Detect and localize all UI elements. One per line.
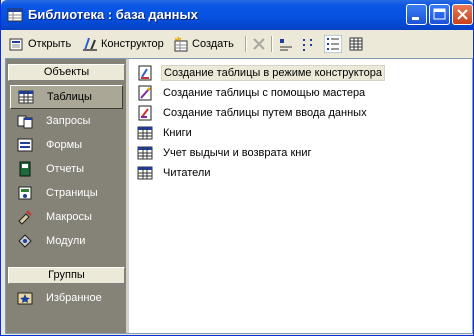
close-button[interactable] bbox=[452, 4, 473, 25]
list-item[interactable]: Учет выдычи и возврата книг bbox=[137, 144, 314, 162]
database-icon bbox=[7, 8, 23, 22]
design-button[interactable]: Конструктор bbox=[82, 34, 164, 54]
new-label: Создать bbox=[192, 38, 234, 50]
design-label: Конструктор bbox=[101, 38, 164, 50]
minimize-icon bbox=[412, 17, 419, 20]
sidebar-item-modules[interactable]: Модули bbox=[10, 229, 123, 253]
delete-button[interactable] bbox=[251, 34, 267, 54]
large-icons-button[interactable] bbox=[278, 34, 294, 54]
new-button[interactable]: Создать bbox=[173, 34, 234, 54]
table-icon bbox=[137, 146, 153, 160]
minimize-button[interactable] bbox=[406, 4, 427, 25]
list-item-label: Читатели bbox=[163, 167, 211, 179]
close-icon bbox=[457, 9, 468, 20]
sidebar-item-label: Избранное bbox=[46, 292, 102, 304]
list-item-label: Книги bbox=[163, 127, 192, 139]
sidebar-item-label: Страницы bbox=[46, 187, 98, 199]
toolbar: Открыть Конструктор Создать bbox=[5, 32, 471, 56]
objects-bar: Объекты Таблицы Запросы Формы Отчеты Стр… bbox=[6, 59, 129, 333]
datasheet-icon bbox=[138, 105, 152, 121]
sidebar-item-label: Модули bbox=[46, 235, 86, 247]
sidebar-item-label: Запросы bbox=[46, 115, 91, 127]
list-item-label: Создание таблицы с помощью мастера bbox=[163, 87, 366, 99]
query-icon bbox=[17, 115, 33, 129]
sidebar-item-reports[interactable]: Отчеты bbox=[10, 157, 123, 181]
maximize-button[interactable] bbox=[429, 4, 450, 25]
title-bar[interactable]: Библиотека : база данных bbox=[1, 0, 473, 30]
toolbar-separator bbox=[271, 36, 273, 52]
sidebar-item-queries[interactable]: Запросы bbox=[10, 109, 123, 133]
form-icon bbox=[17, 138, 33, 152]
maximize-icon bbox=[433, 8, 446, 20]
wizard-icon bbox=[138, 85, 152, 101]
sidebar-item-forms[interactable]: Формы bbox=[10, 133, 123, 157]
large-icons-icon bbox=[280, 39, 292, 51]
small-icons-icon bbox=[303, 39, 312, 51]
list-item[interactable]: Создание таблицы в режиме конструктора bbox=[137, 64, 385, 82]
sidebar-item-label: Формы bbox=[46, 139, 83, 151]
small-icons-button[interactable] bbox=[301, 34, 317, 54]
open-button[interactable]: Открыть bbox=[9, 34, 71, 54]
list-item-label: Создание таблицы в режиме конструктора bbox=[161, 65, 385, 81]
delete-icon bbox=[253, 38, 265, 50]
list-item-label: Учет выдычи и возврата книг bbox=[163, 147, 312, 159]
table-icon bbox=[18, 90, 34, 104]
database-window: Библиотека : база данных Открыть Констру… bbox=[0, 0, 474, 336]
open-label: Открыть bbox=[28, 38, 72, 50]
database-content: Объекты Таблицы Запросы Формы Отчеты Стр… bbox=[5, 58, 473, 334]
list-item[interactable]: Создание таблицы с помощью мастера bbox=[137, 84, 367, 102]
favorites-icon bbox=[17, 292, 33, 305]
sidebar-item-macros[interactable]: Макросы bbox=[10, 205, 123, 229]
sidebar-item-pages[interactable]: Страницы bbox=[10, 181, 123, 205]
sidebar-item-label: Таблицы bbox=[47, 91, 92, 103]
macro-icon bbox=[18, 210, 32, 225]
list-item-label: Создание таблицы путем ввода данных bbox=[163, 107, 367, 119]
list-item[interactable]: Создание таблицы путем ввода данных bbox=[137, 104, 369, 122]
sidebar-item-label: Макросы bbox=[46, 211, 92, 223]
page-icon bbox=[18, 186, 32, 200]
open-icon bbox=[9, 38, 23, 51]
details-view-button[interactable] bbox=[348, 34, 364, 54]
toolbar-separator bbox=[245, 36, 247, 52]
object-list: Создание таблицы в режиме конструктора С… bbox=[131, 59, 472, 333]
table-icon bbox=[137, 166, 153, 180]
new-icon bbox=[174, 36, 188, 52]
groups-header[interactable]: Группы bbox=[8, 267, 125, 284]
module-icon bbox=[18, 234, 32, 248]
window-title: Библиотека : база данных bbox=[28, 7, 198, 22]
list-item[interactable]: Книги bbox=[137, 124, 194, 142]
report-icon bbox=[19, 161, 31, 177]
list-item[interactable]: Читатели bbox=[137, 164, 213, 182]
details-view-icon bbox=[349, 37, 363, 51]
design-wizard-icon bbox=[138, 65, 152, 81]
list-view-button[interactable] bbox=[324, 34, 342, 54]
sidebar-item-tables[interactable]: Таблицы bbox=[10, 85, 123, 109]
sidebar-item-label: Отчеты bbox=[46, 163, 85, 175]
design-icon bbox=[83, 38, 97, 51]
table-icon bbox=[137, 126, 153, 140]
sidebar-item-favorites[interactable]: Избранное bbox=[10, 286, 123, 310]
objects-header[interactable]: Объекты bbox=[8, 64, 125, 81]
list-view-icon bbox=[324, 35, 342, 53]
